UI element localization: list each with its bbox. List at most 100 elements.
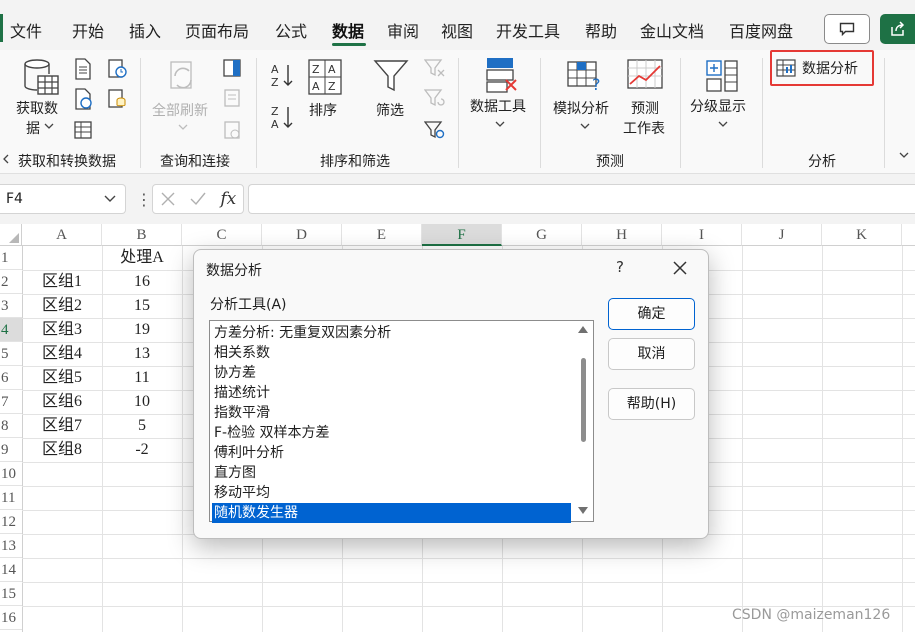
- tab-developer[interactable]: 开发工具: [496, 18, 560, 42]
- cell-a8[interactable]: 区组7: [22, 414, 102, 438]
- list-item[interactable]: 描述统计: [212, 383, 571, 403]
- list-item[interactable]: F-检验 双样本方差: [212, 423, 571, 443]
- sort-za-icon[interactable]: ZA: [270, 104, 294, 130]
- recent-sources-icon[interactable]: [107, 58, 127, 80]
- cell-a5[interactable]: 区组4: [22, 342, 102, 366]
- column-header-c[interactable]: C: [182, 224, 262, 246]
- formula-input[interactable]: [248, 184, 915, 214]
- row-header-13[interactable]: 13: [0, 534, 22, 558]
- list-scrollbar[interactable]: [573, 321, 593, 521]
- text-file-icon[interactable]: [73, 58, 93, 80]
- column-header-k[interactable]: K: [822, 224, 902, 246]
- cell-b3[interactable]: 15: [102, 294, 182, 318]
- insert-function-icon[interactable]: fx: [220, 189, 236, 209]
- row-header-2[interactable]: 2: [0, 270, 22, 294]
- refresh-all-button[interactable]: 全部刷新: [152, 100, 208, 120]
- analysis-tools-list[interactable]: 方差分析: 无重复双因素分析 相关系数 协方差 描述统计 指数平滑 F-检验 双…: [209, 320, 594, 523]
- tab-baidu-netdisk[interactable]: 百度网盘: [729, 18, 793, 42]
- row-header-5[interactable]: 5: [0, 342, 22, 366]
- sort-az-icon[interactable]: AZ: [270, 62, 294, 88]
- reapply-filter-icon[interactable]: [424, 88, 446, 108]
- cancel-button[interactable]: 取消: [608, 338, 695, 370]
- cell-a2[interactable]: 区组1: [22, 270, 102, 294]
- collapse-ribbon-icon[interactable]: [898, 150, 910, 160]
- cell-b1[interactable]: 处理A: [102, 246, 182, 270]
- forecast-sheet-label-2[interactable]: 工作表: [623, 118, 665, 138]
- column-header-b[interactable]: B: [102, 224, 182, 246]
- tab-page-layout[interactable]: 页面布局: [185, 18, 249, 42]
- list-item[interactable]: 移动平均: [212, 483, 571, 503]
- clear-filter-icon[interactable]: [424, 58, 446, 78]
- scroll-thumb[interactable]: [581, 358, 586, 442]
- list-item[interactable]: 方差分析: 无重复双因素分析: [212, 323, 571, 343]
- ok-button[interactable]: 确定: [608, 298, 695, 330]
- what-if-analysis-button[interactable]: 模拟分析: [553, 98, 609, 118]
- cell-a4[interactable]: 区组3: [22, 318, 102, 342]
- row-header-6[interactable]: 6: [0, 366, 22, 390]
- list-item[interactable]: 直方图: [212, 463, 571, 483]
- column-header-j[interactable]: J: [742, 224, 822, 246]
- get-data-label[interactable]: 获取数: [16, 98, 58, 118]
- select-all-corner[interactable]: [0, 224, 22, 246]
- tab-review[interactable]: 审阅: [387, 18, 419, 42]
- tab-view[interactable]: 视图: [441, 18, 473, 42]
- column-header-g[interactable]: G: [502, 224, 582, 246]
- row-header-8[interactable]: 8: [0, 414, 22, 438]
- properties-icon[interactable]: [222, 88, 242, 108]
- list-item[interactable]: 相关系数: [212, 343, 571, 363]
- column-header-a[interactable]: A: [22, 224, 102, 246]
- cell-b7[interactable]: 10: [102, 390, 182, 414]
- share-button[interactable]: [880, 14, 915, 44]
- cell-a3[interactable]: 区组2: [22, 294, 102, 318]
- sort-button[interactable]: 排序: [309, 100, 337, 120]
- tab-home[interactable]: 开始: [72, 18, 104, 42]
- name-box[interactable]: F4: [0, 184, 126, 214]
- scroll-left-icon[interactable]: [2, 154, 10, 164]
- column-header-f[interactable]: F: [422, 224, 502, 246]
- outline-button[interactable]: 分级显示: [690, 96, 746, 116]
- forecast-sheet-label-1[interactable]: 预测: [631, 98, 659, 118]
- row-header-4[interactable]: 4: [0, 318, 22, 342]
- scroll-down-icon[interactable]: [578, 507, 588, 514]
- row-header-1[interactable]: 1: [0, 246, 22, 270]
- tab-kingsoft-docs[interactable]: 金山文档: [640, 18, 704, 42]
- cell-a7[interactable]: 区组6: [22, 390, 102, 414]
- row-header-11[interactable]: 11: [0, 486, 22, 510]
- data-tools-button[interactable]: 数据工具: [470, 96, 526, 116]
- close-icon[interactable]: [672, 260, 688, 276]
- queries-pane-icon[interactable]: [222, 58, 242, 78]
- comments-button[interactable]: [824, 14, 870, 44]
- help-button[interactable]: 帮助(H): [608, 388, 695, 420]
- column-header-d[interactable]: D: [262, 224, 342, 246]
- column-header-i[interactable]: I: [662, 224, 742, 246]
- tab-insert[interactable]: 插入: [129, 18, 161, 42]
- tab-help[interactable]: 帮助: [585, 18, 617, 42]
- more-options-icon[interactable]: ⋮: [136, 190, 152, 209]
- filter-button[interactable]: 筛选: [376, 100, 404, 120]
- existing-connections-icon[interactable]: [107, 88, 127, 110]
- row-header-12[interactable]: 12: [0, 510, 22, 534]
- check-icon[interactable]: [189, 191, 207, 207]
- web-source-icon[interactable]: [73, 88, 93, 110]
- row-header-15[interactable]: 15: [0, 582, 22, 606]
- tab-file[interactable]: 文件: [10, 18, 42, 42]
- row-header-16[interactable]: 16: [0, 606, 22, 630]
- tab-formulas[interactable]: 公式: [275, 18, 307, 42]
- column-header-e[interactable]: E: [342, 224, 422, 246]
- from-table-icon[interactable]: [73, 120, 93, 140]
- scroll-up-icon[interactable]: [578, 326, 588, 333]
- row-header-9[interactable]: 9: [0, 438, 22, 462]
- edit-links-icon[interactable]: [222, 120, 242, 140]
- help-icon[interactable]: ?: [616, 258, 624, 276]
- cell-b6[interactable]: 11: [102, 366, 182, 390]
- cell-a9[interactable]: 区组8: [22, 438, 102, 462]
- cancel-icon[interactable]: [160, 191, 176, 207]
- cell-b5[interactable]: 13: [102, 342, 182, 366]
- row-header-3[interactable]: 3: [0, 294, 22, 318]
- list-item[interactable]: 傅利叶分析: [212, 443, 571, 463]
- cell-b8[interactable]: 5: [102, 414, 182, 438]
- row-header-14[interactable]: 14: [0, 558, 22, 582]
- chevron-down-icon[interactable]: [103, 191, 117, 205]
- cell-b9[interactable]: -2: [102, 438, 182, 462]
- list-item-selected[interactable]: 随机数发生器: [212, 503, 571, 523]
